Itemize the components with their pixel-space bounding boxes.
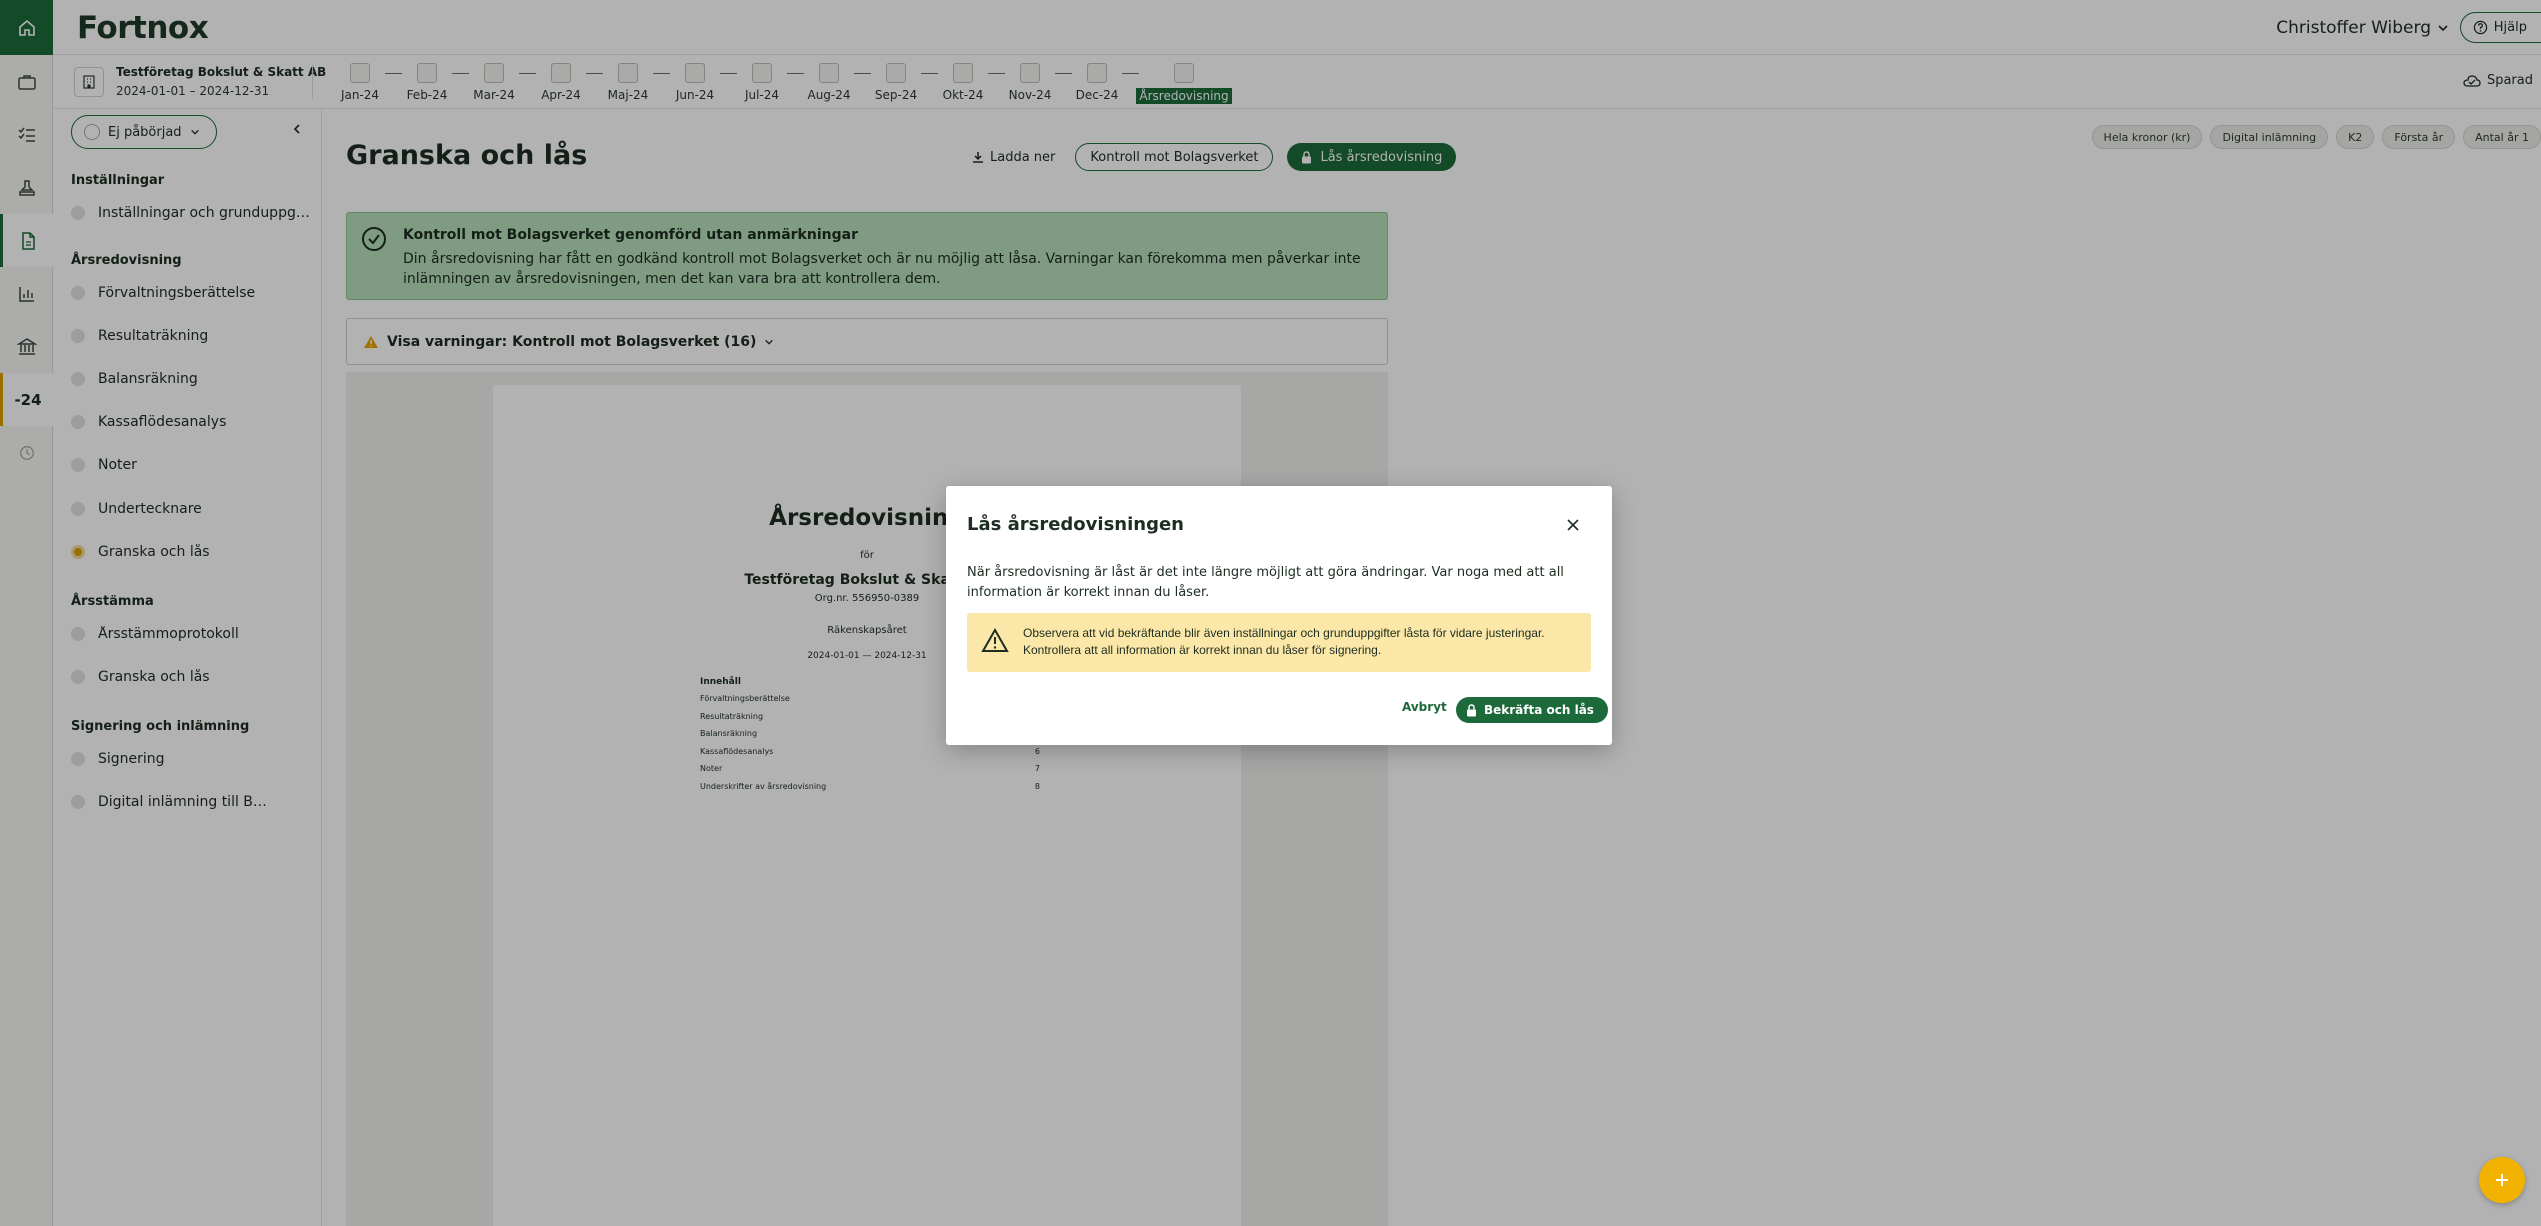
- lock-dialog: Lås årsredovisningen När årsredovisning …: [946, 486, 1612, 745]
- dialog-text: När årsredovisning är låst är det inte l…: [967, 565, 1564, 600]
- confirm-lock-button[interactable]: Bekräfta och lås: [1456, 697, 1608, 723]
- warning-triangle-icon: [981, 628, 1009, 652]
- dialog-warning: Observera att vid bekräftande blir även …: [967, 613, 1591, 672]
- dialog-title: Lås årsredovisningen: [967, 514, 1184, 535]
- plus-icon: [2496, 1174, 2508, 1186]
- confirm-label: Bekräfta och lås: [1484, 703, 1594, 717]
- cancel-button[interactable]: Avbryt: [1402, 700, 1447, 714]
- close-button[interactable]: [1566, 518, 1580, 536]
- dialog-warning-text: Observera att vid bekräftande blir även …: [1023, 626, 1545, 657]
- add-fab-button[interactable]: [2479, 1157, 2525, 1203]
- close-icon: [1567, 519, 1579, 531]
- lock-icon: [1467, 703, 1476, 716]
